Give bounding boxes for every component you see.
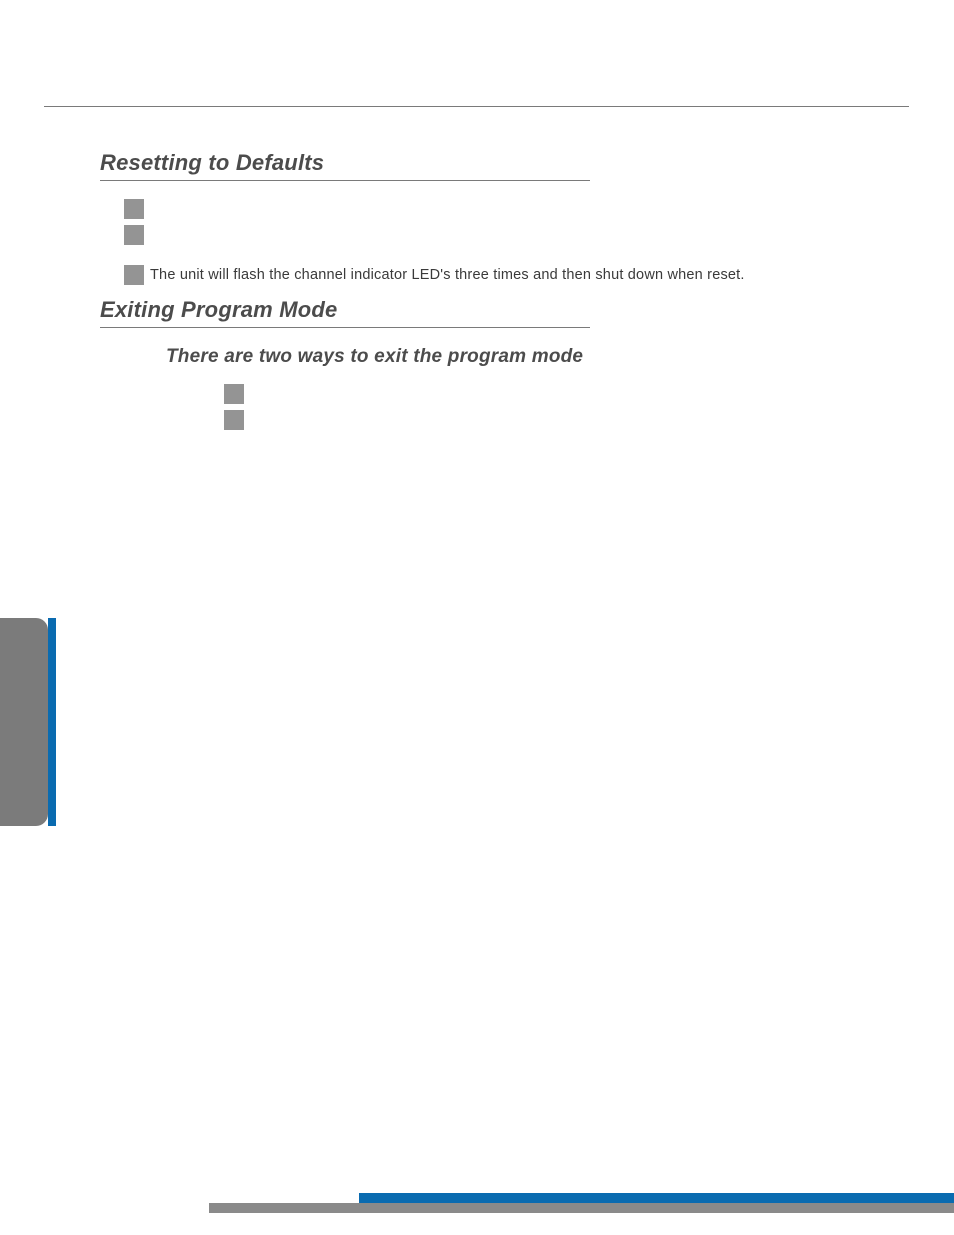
bullet-group-resetting-top xyxy=(124,199,900,245)
top-divider xyxy=(44,106,909,107)
bullet-square-icon xyxy=(124,199,144,219)
page-side-tab-gray xyxy=(0,618,48,826)
bullet-group-exiting xyxy=(224,384,900,430)
bullet-square-icon xyxy=(224,410,244,430)
subsection-title-exit-ways: There are two ways to exit the program m… xyxy=(166,346,900,368)
reset-note-text: The unit will flash the channel indicato… xyxy=(150,267,745,283)
bullet-square-icon xyxy=(124,265,144,285)
bullet-square-icon xyxy=(124,225,144,245)
section-title-resetting: Resetting to Defaults xyxy=(100,150,590,181)
footer-bar-gray xyxy=(209,1203,954,1213)
bullet-row-resetting-note: The unit will flash the channel indicato… xyxy=(124,265,900,285)
page-side-tab-blue xyxy=(48,618,56,826)
bullet-square-icon xyxy=(224,384,244,404)
page-content: Resetting to Defaults The unit will flas… xyxy=(100,150,900,436)
section-title-exiting: Exiting Program Mode xyxy=(100,297,590,328)
footer-bar-blue xyxy=(359,1193,954,1203)
